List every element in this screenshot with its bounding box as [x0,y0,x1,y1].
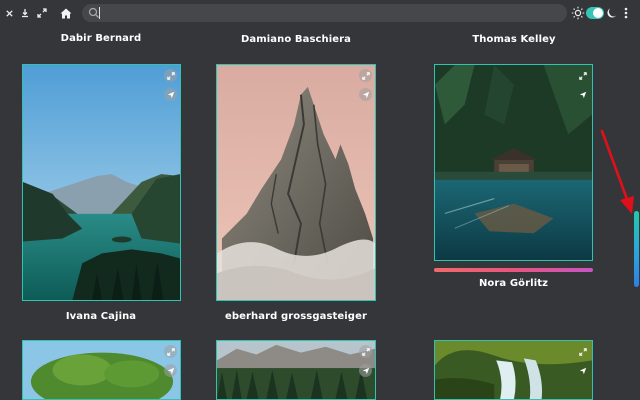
photo-waterfall [435,341,592,399]
text-caret [99,7,100,19]
artist-name[interactable]: Damiano Baschiera [216,34,376,45]
fullscreen-button[interactable] [576,69,589,82]
annotation-arrow-icon [600,129,634,214]
expand-icon [578,71,587,80]
artist-name[interactable]: Nora Görlitz [434,278,593,289]
send-icon [167,367,174,374]
send-icon [579,91,586,98]
more-options-icon[interactable] [620,6,632,20]
fullscreen-button[interactable] [576,345,589,358]
photo-card[interactable] [22,340,181,400]
artist-name[interactable]: eberhard grossgasteiger [210,311,382,322]
expand-icon [166,71,175,80]
home-icon[interactable] [56,4,76,22]
top-toolbar [0,0,640,28]
share-button[interactable] [164,364,177,377]
hover-highlight-bar [434,268,593,272]
send-icon [362,91,369,98]
share-button[interactable] [359,88,372,101]
photo-card[interactable] [22,64,181,301]
expand-icon [166,347,175,356]
artist-name[interactable]: Ivana Cajina [21,311,181,322]
share-button[interactable] [576,364,589,377]
photo-card[interactable] [434,64,593,261]
artist-name[interactable]: Thomas Kelley [434,34,594,45]
share-button[interactable] [576,88,589,101]
photo-rocky-peak [217,65,375,300]
download-icon[interactable] [16,4,34,22]
photo-card[interactable] [216,340,376,400]
send-icon [362,367,369,374]
search-input[interactable] [82,4,567,22]
expand-icon [578,347,587,356]
fullscreen-button[interactable] [359,69,372,82]
moon-icon [607,8,617,18]
scrollbar-thumb[interactable] [634,211,639,287]
photo-big-tree [23,341,180,399]
photo-mountain-forest [217,341,375,399]
photo-card[interactable] [216,64,376,301]
fullscreen-button[interactable] [164,69,177,82]
photo-forest-cabin-lake [435,65,592,260]
send-icon [579,367,586,374]
send-icon [167,91,174,98]
expand-icon [361,347,370,356]
photo-lake-mountains [23,65,180,300]
sun-icon [571,6,585,20]
share-button[interactable] [359,364,372,377]
fullscreen-button[interactable] [164,345,177,358]
theme-toggle[interactable] [586,7,604,19]
photo-card[interactable] [434,340,593,400]
expand-icon[interactable] [33,4,51,22]
share-button[interactable] [164,88,177,101]
fullscreen-button[interactable] [359,345,372,358]
expand-icon [361,71,370,80]
artist-name[interactable]: Dabir Bernard [21,33,181,44]
